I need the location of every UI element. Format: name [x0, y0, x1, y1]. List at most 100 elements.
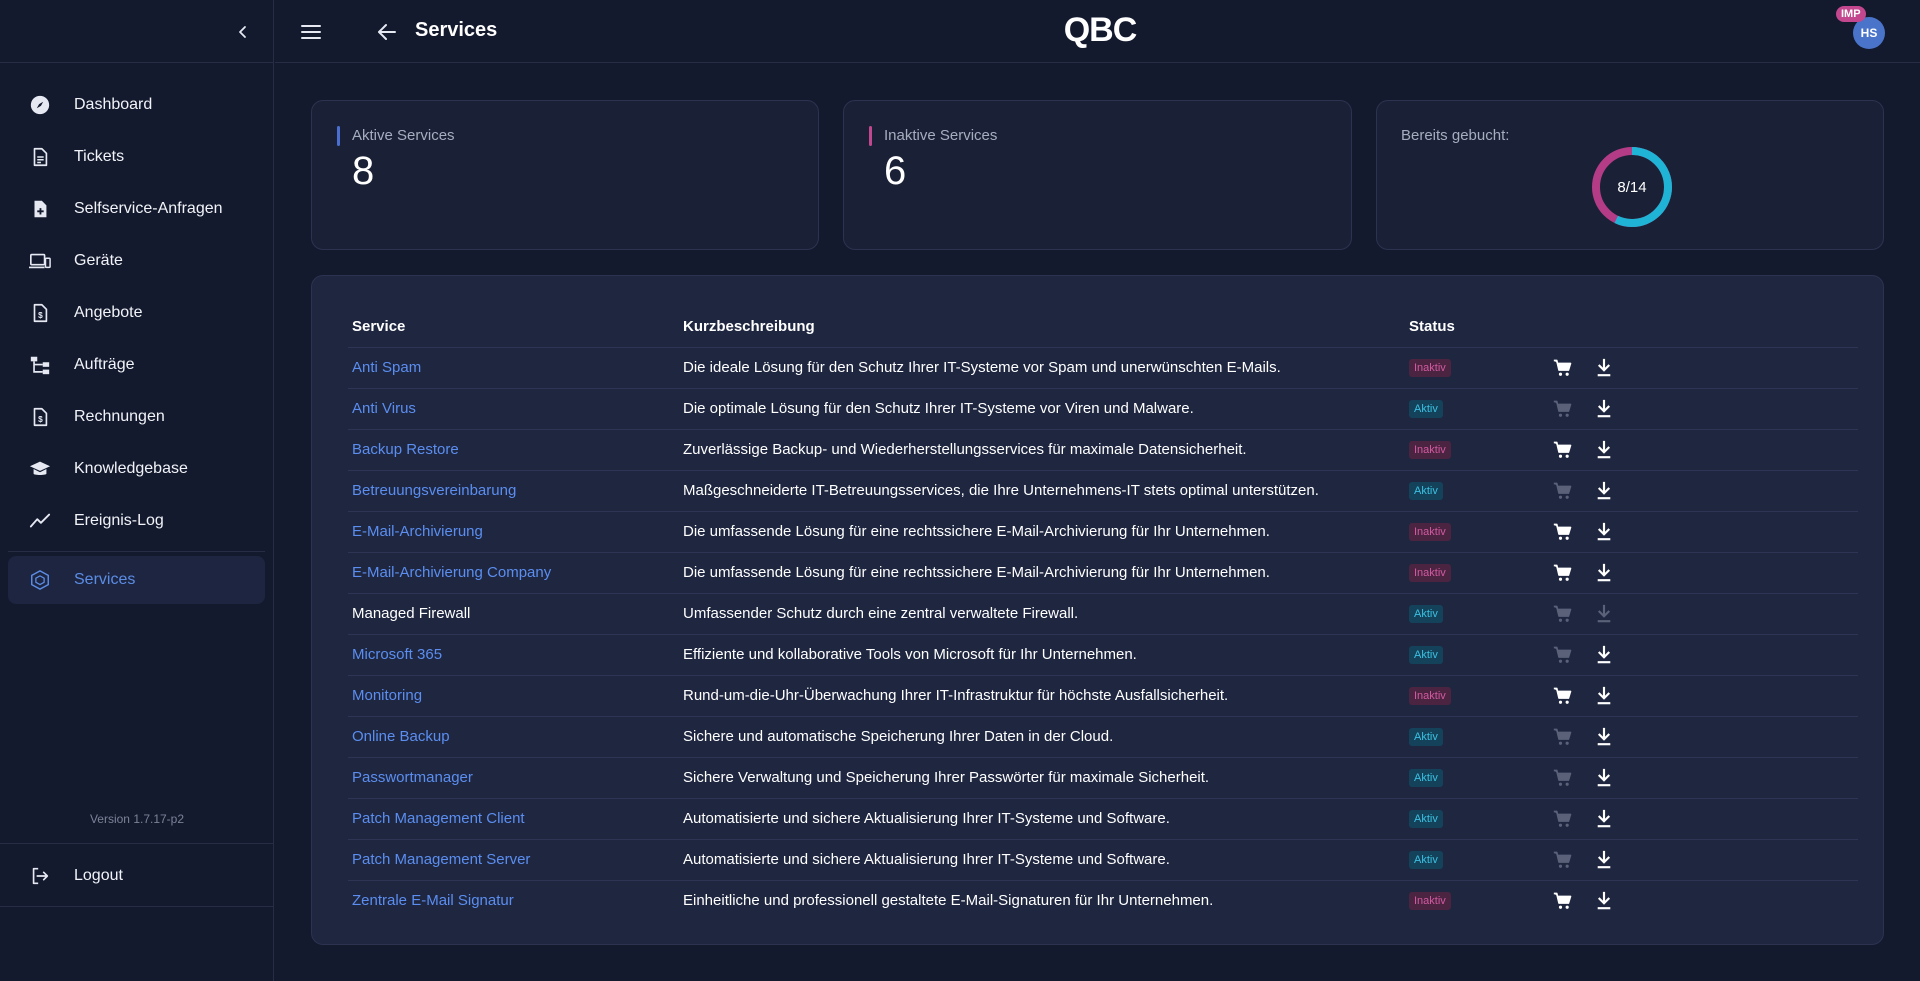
page-title: Services	[415, 19, 498, 41]
logout-button[interactable]: Logout	[0, 844, 274, 908]
service-name-link[interactable]: E-Mail-Archivierung Company	[352, 564, 551, 581]
order-button	[1552, 808, 1574, 830]
service-name-link[interactable]: Monitoring	[352, 687, 422, 704]
service-name-link[interactable]: Zentrale E-Mail Signatur	[352, 892, 514, 909]
arrow-left-icon	[378, 24, 396, 40]
download-button[interactable]	[1593, 808, 1615, 830]
service-name-link[interactable]: Passwortmanager	[352, 769, 473, 786]
sidebar-item-tickets[interactable]: Tickets	[0, 131, 273, 183]
service-name-link[interactable]: E-Mail-Archivierung	[352, 523, 483, 540]
sidebar-item-ereignis[interactable]: Ereignis-Log	[0, 495, 273, 547]
cart-icon	[1553, 727, 1573, 747]
download-icon	[1595, 768, 1613, 788]
status-cell: Inaktiv	[1409, 686, 1451, 705]
download-button[interactable]	[1593, 726, 1615, 748]
sidebar-item-dashboard[interactable]: Dashboard	[0, 79, 273, 131]
status-badge: Inaktiv	[1409, 359, 1451, 377]
sidebar-item-services[interactable]: Services	[8, 556, 265, 604]
sidebar-item-knowledgebase[interactable]: Knowledgebase	[0, 443, 273, 495]
logout-section: Logout	[0, 843, 274, 907]
download-button[interactable]	[1593, 357, 1615, 379]
download-button	[1593, 603, 1615, 625]
status-badge: Aktiv	[1409, 769, 1443, 787]
download-button[interactable]	[1593, 480, 1615, 502]
download-icon	[1595, 358, 1613, 378]
download-icon	[1595, 645, 1613, 665]
booked-ratio: 8/14	[1617, 178, 1647, 196]
sidebar-item-label: Tickets	[74, 148, 125, 165]
table-row: Zentrale E-Mail Signatur Einheitliche und…	[348, 880, 1858, 921]
download-button[interactable]	[1593, 644, 1615, 666]
status-cell: Inaktiv	[1409, 522, 1451, 541]
download-button[interactable]	[1593, 398, 1615, 420]
service-name-link[interactable]: Anti Spam	[352, 359, 421, 376]
download-button[interactable]	[1593, 562, 1615, 584]
download-button[interactable]	[1593, 685, 1615, 707]
cart-icon	[1553, 440, 1573, 460]
download-icon	[1595, 809, 1613, 829]
table-header: Service Kurzbeschreibung Status	[352, 312, 1852, 342]
table-row: Anti Spam Die ideale Lösung für den Schut…	[348, 347, 1858, 388]
service-name-link[interactable]: Backup Restore	[352, 441, 459, 458]
header-service: Service	[352, 318, 406, 335]
service-description: Zuverlässige Backup- und Wiederherstellu…	[683, 441, 1247, 458]
order-button[interactable]	[1552, 521, 1574, 543]
order-button[interactable]	[1552, 439, 1574, 461]
document-icon	[28, 145, 52, 169]
download-button[interactable]	[1593, 439, 1615, 461]
download-button[interactable]	[1593, 849, 1615, 871]
sidebar-item-geraete[interactable]: Geräte	[0, 235, 273, 287]
sidebar-item-angebote[interactable]: $ Angebote	[0, 287, 273, 339]
download-button[interactable]	[1593, 890, 1615, 912]
status-cell: Aktiv	[1409, 604, 1443, 623]
menu-button[interactable]	[299, 20, 323, 44]
sidebar-item-label: Aufträge	[74, 356, 135, 373]
service-description: Die umfassende Lösung für eine rechtssic…	[683, 564, 1270, 581]
status-badge: Aktiv	[1409, 482, 1443, 500]
download-icon	[1595, 850, 1613, 870]
download-icon	[1595, 440, 1613, 460]
order-button[interactable]	[1552, 357, 1574, 379]
service-name-link[interactable]: Betreuungsvereinbarung	[352, 482, 516, 499]
status-badge: Aktiv	[1409, 728, 1443, 746]
service-description: Umfassender Schutz durch eine zentral ve…	[683, 605, 1079, 622]
order-button	[1552, 849, 1574, 871]
service-name-link[interactable]: Anti Virus	[352, 400, 416, 417]
active-services-count: 8	[352, 149, 375, 193]
download-button[interactable]	[1593, 521, 1615, 543]
hamburger-icon	[301, 25, 321, 39]
table-row: E-Mail-Archivierung Die umfassende Lösung…	[348, 511, 1858, 552]
order-button[interactable]	[1552, 685, 1574, 707]
service-name-link[interactable]: Microsoft 365	[352, 646, 442, 663]
booked-label: Bereits gebucht:	[1401, 127, 1510, 144]
download-icon	[1595, 604, 1613, 624]
sidebar-item-auftraege[interactable]: Aufträge	[0, 339, 273, 391]
order-button[interactable]	[1552, 890, 1574, 912]
download-icon	[1595, 727, 1613, 747]
status-badge: Aktiv	[1409, 646, 1443, 664]
service-description: Die optimale Lösung für den Schutz Ihrer…	[683, 400, 1194, 417]
download-icon	[1595, 522, 1613, 542]
sidebar-header	[0, 0, 273, 63]
sidebar-item-label: Knowledgebase	[74, 460, 188, 477]
sidebar-item-rechnungen[interactable]: $ Rechnungen	[0, 391, 273, 443]
table-row: Monitoring Rund-um-die-Uhr-Überwachung Ih…	[348, 675, 1858, 716]
collapse-sidebar-button[interactable]	[231, 20, 255, 44]
cart-icon	[1553, 768, 1573, 788]
download-button[interactable]	[1593, 767, 1615, 789]
cart-icon	[1553, 891, 1573, 911]
service-description: Die ideale Lösung für den Schutz Ihrer I…	[683, 359, 1281, 376]
order-button[interactable]	[1552, 562, 1574, 584]
table-body: Anti Spam Die ideale Lösung für den Schut…	[348, 347, 1858, 921]
sidebar-item-selfservice[interactable]: Selfservice-Anfragen	[0, 183, 273, 235]
header-status: Status	[1409, 318, 1455, 335]
service-name-link[interactable]: Patch Management Server	[352, 851, 530, 868]
service-name-link[interactable]: Patch Management Client	[352, 810, 525, 827]
sidebar-nav: Dashboard Tickets Selfservice-Anfragen Gerä…	[0, 63, 273, 604]
devices-icon	[28, 249, 52, 273]
back-button[interactable]	[375, 20, 399, 44]
service-name-link[interactable]: Online Backup	[352, 728, 450, 745]
download-icon	[1595, 563, 1613, 583]
table-row: Patch Management Server Automatisierte un…	[348, 839, 1858, 880]
cart-icon	[1553, 850, 1573, 870]
